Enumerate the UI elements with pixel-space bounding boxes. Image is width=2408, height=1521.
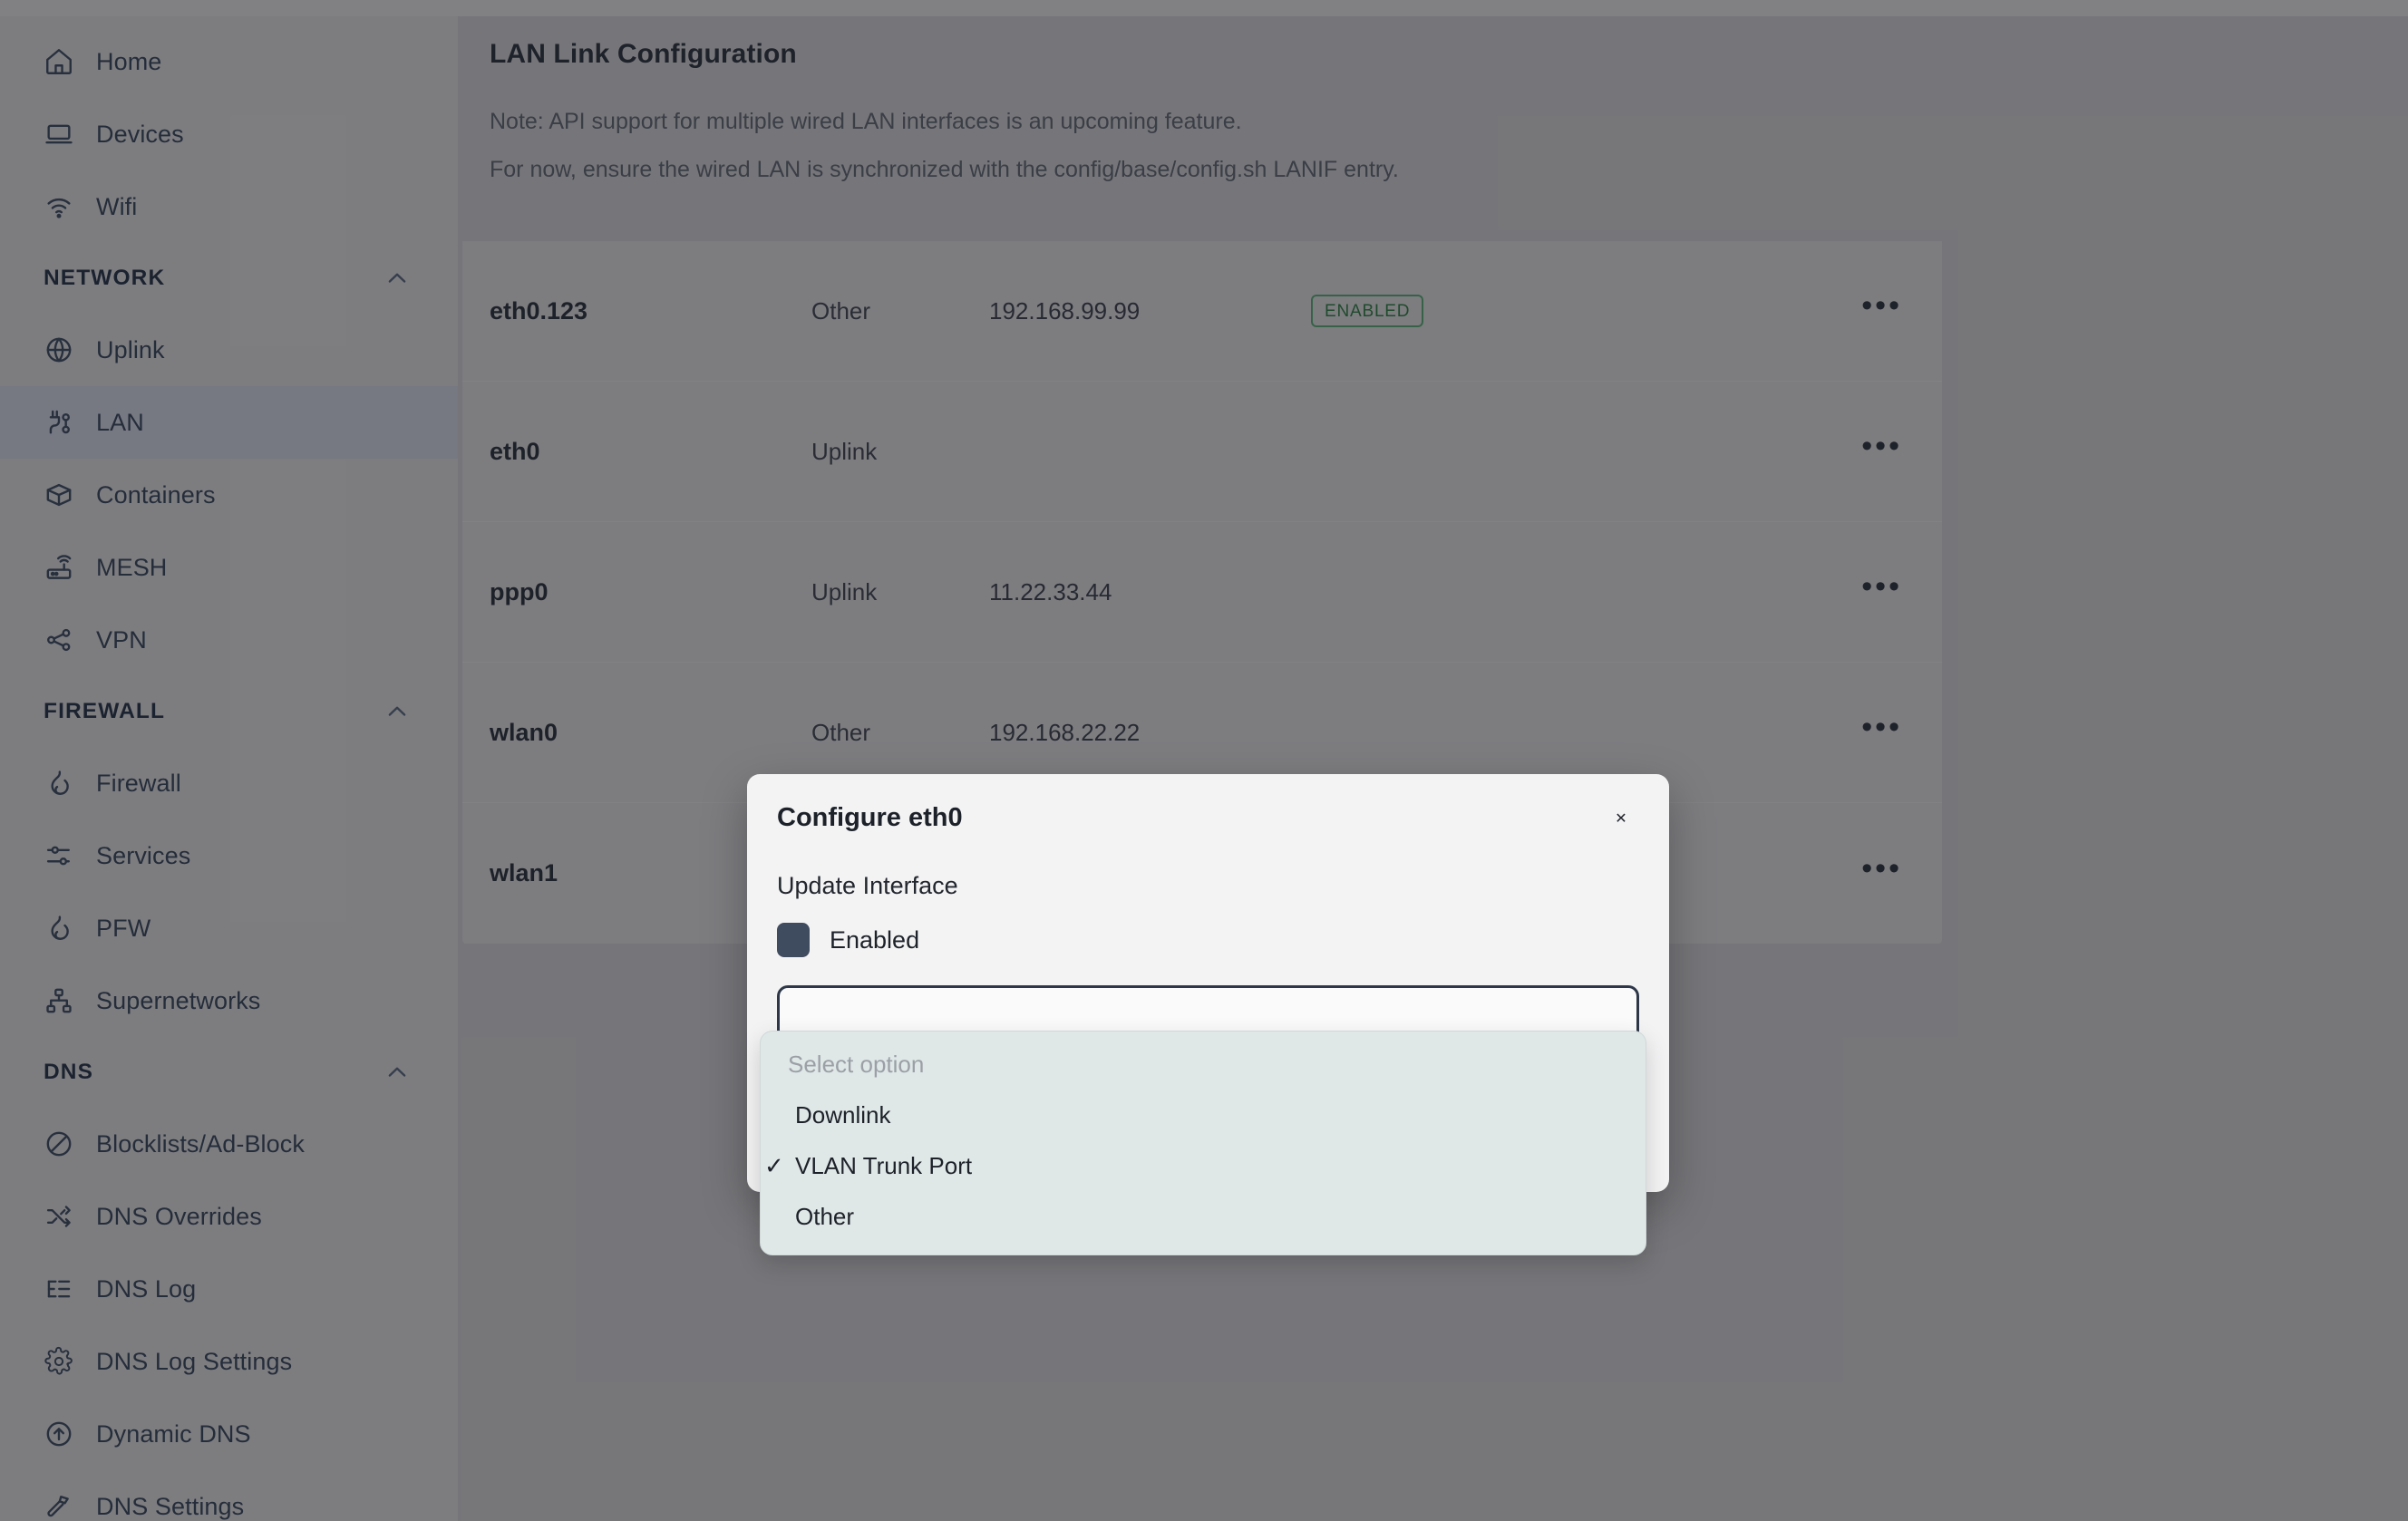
check-icon: ✓ <box>764 1151 784 1179</box>
modal-title: Configure eth0 <box>777 803 963 832</box>
dropdown-option-other[interactable]: Other <box>761 1196 1646 1236</box>
dropdown-option-vlan-trunk-port[interactable]: ✓ VLAN Trunk Port <box>761 1146 1646 1186</box>
interface-type-dropdown-list: Select option Downlink ✓ VLAN Trunk Port Ot… <box>760 1031 1646 1255</box>
close-icon[interactable]: ✕ <box>1603 800 1639 837</box>
dropdown-placeholder: Select option <box>788 1050 925 1078</box>
update-interface-label: Update Interface <box>777 872 958 899</box>
modal-header: Configure eth0 ✕ <box>777 803 1639 847</box>
configure-interface-modal: Configure eth0 ✕ Update Interface Enable… <box>747 774 1669 1255</box>
dropdown-option-label: Downlink <box>795 1100 891 1129</box>
app-root: Home Devices Wifi NETWORK Uplink LAN Container… <box>0 0 2408 1521</box>
enabled-checkbox-row[interactable]: Enabled <box>777 920 1639 960</box>
dropdown-option-label: Other <box>795 1202 855 1230</box>
interface-type-select-wrap: Select option Downlink ✓ VLAN Trunk Port Ot… <box>760 980 1646 1255</box>
dropdown-option-downlink[interactable]: Downlink <box>761 1095 1646 1135</box>
enabled-checkbox-label: Enabled <box>830 925 920 954</box>
enabled-checkbox[interactable] <box>777 923 810 957</box>
dropdown-option-label: VLAN Trunk Port <box>795 1151 973 1179</box>
modal-overlay[interactable]: Configure eth0 ✕ Update Interface Enable… <box>0 0 2408 1521</box>
